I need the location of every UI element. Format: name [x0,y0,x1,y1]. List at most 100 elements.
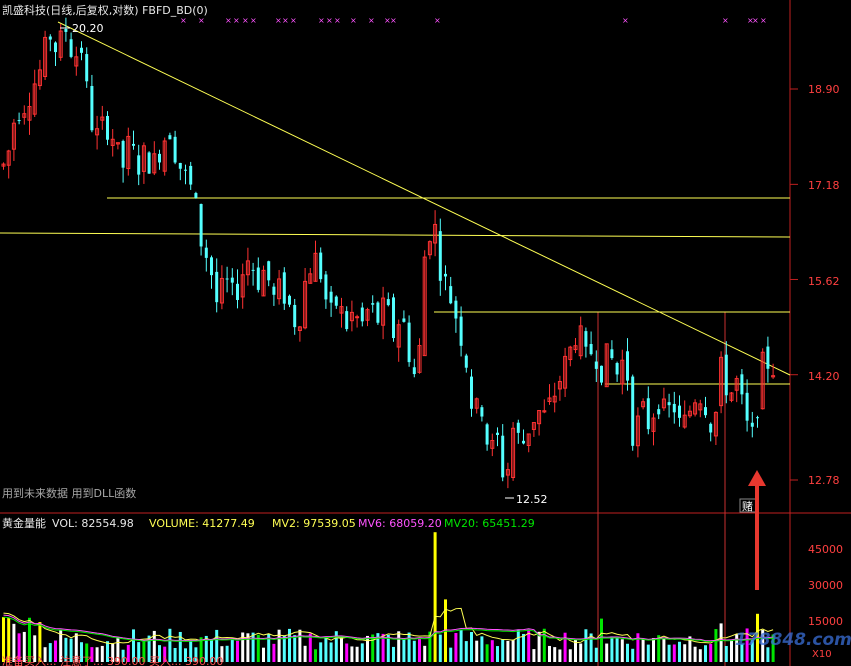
watermark: 178848.com [735,630,851,650]
candle-body-down [69,39,73,57]
volume-bar [678,641,681,662]
volume-bar [652,638,655,662]
volume-bar [282,636,286,662]
candle-body-down [230,277,234,283]
candle-body-down [594,361,598,369]
signal-mark: × [350,16,357,25]
volume-bar [433,532,437,662]
volume-bar [516,629,520,662]
volume-bar [449,647,453,662]
volume-bar [496,646,499,662]
candle-body-down [704,407,707,416]
signal-mark: × [290,16,297,25]
candle-body-down [48,36,52,40]
volume-bar [714,629,718,662]
volume-bar [423,645,427,662]
volume-bar [553,647,557,662]
candle-body-down [454,300,458,319]
candle-body-down [210,257,213,276]
candle-body-down [90,86,94,131]
candle-body-down [667,402,671,406]
volume-bar [594,647,598,662]
volume-bar [412,640,416,662]
price-tick-label: 15.62 [808,275,840,288]
volume-value: VOLUME: 41277.49 [149,517,255,530]
candle-body-down [522,440,525,444]
volume-bar [303,645,307,662]
volume-bar [366,635,369,662]
candle-body-down [319,252,323,280]
signal-mark: × [334,16,341,25]
mv6-value: MV6: 68059.20 [358,517,442,530]
signal-mark: × [760,16,767,25]
vol-value: VOL: 82554.98 [52,517,134,530]
candle-body-down [173,136,177,163]
signal-marks-row: × × × × × × × × × × × × × × × × × × × ×× × [180,16,767,25]
volume-bar [418,637,421,662]
candle-body-down [80,47,83,53]
volume-bar [646,644,650,662]
volume-bar [314,649,317,662]
signal-mark: × [282,16,289,25]
volume-bar [470,632,473,662]
bottom-strip-text: 准备买入... 注意了... 390.00 买入... 390.00 [2,654,223,666]
candle-body-down [516,422,520,433]
candle-body-down [236,283,239,300]
volume-bar [636,633,640,662]
candle-body-down [17,120,21,122]
volume-bar [324,637,328,662]
volume-bar [397,631,401,662]
volume-bar [454,632,458,662]
volume-bar [698,649,702,662]
candle-body-down [485,424,489,445]
candle-body-down [106,115,109,140]
volume-bar [501,639,505,662]
candle-body-down [137,155,141,175]
signal-mark: × [250,16,257,25]
volume-bar [672,644,676,662]
candle-body-down [329,291,333,303]
volume-bar [600,618,603,662]
price-tick-label: 14.20 [808,370,840,383]
candle-body-down [184,169,187,171]
volume-bar [329,642,333,662]
candle-body-down [657,409,661,415]
candle-body-down [756,417,759,419]
candle-body-down [132,143,135,146]
candle-body-down [584,331,588,347]
volume-bar [631,648,635,662]
candle-body-down [740,374,744,395]
candlestick-series [1,17,776,489]
signal-mark: × [180,16,187,25]
candle-body-down [178,162,182,169]
candle-body-down [496,432,499,436]
candle-body-down [199,204,203,247]
volume-bar [230,638,234,662]
candle-body-down [158,153,161,163]
candle-body-down [709,423,713,433]
volume-bar [579,643,583,662]
candle-body-down [288,295,291,305]
candle-body-down [360,307,364,322]
candle-body-down [204,247,208,258]
volume-bar [532,649,536,662]
candle-body-down [610,349,614,359]
candle-body-down [293,304,297,328]
volume-bar [262,647,265,662]
candle-body-down [646,398,650,430]
candle-body-down [371,303,375,305]
candle-body-down [672,403,676,413]
mv2-value: MV2: 97539.05 [272,517,356,530]
candle-body-down [386,299,390,306]
volume-bar [319,642,323,662]
volume-bar [542,628,546,662]
candle-body-down [256,267,260,290]
volume-unit-label: X10 [812,649,832,660]
candle-body-down [147,152,151,174]
candle-body-down [724,354,728,396]
candle-body-down [600,365,603,383]
volume-bar [724,645,728,662]
candle-body-down [501,435,505,478]
signal-mark: × [390,16,397,25]
volume-bar [490,640,494,662]
